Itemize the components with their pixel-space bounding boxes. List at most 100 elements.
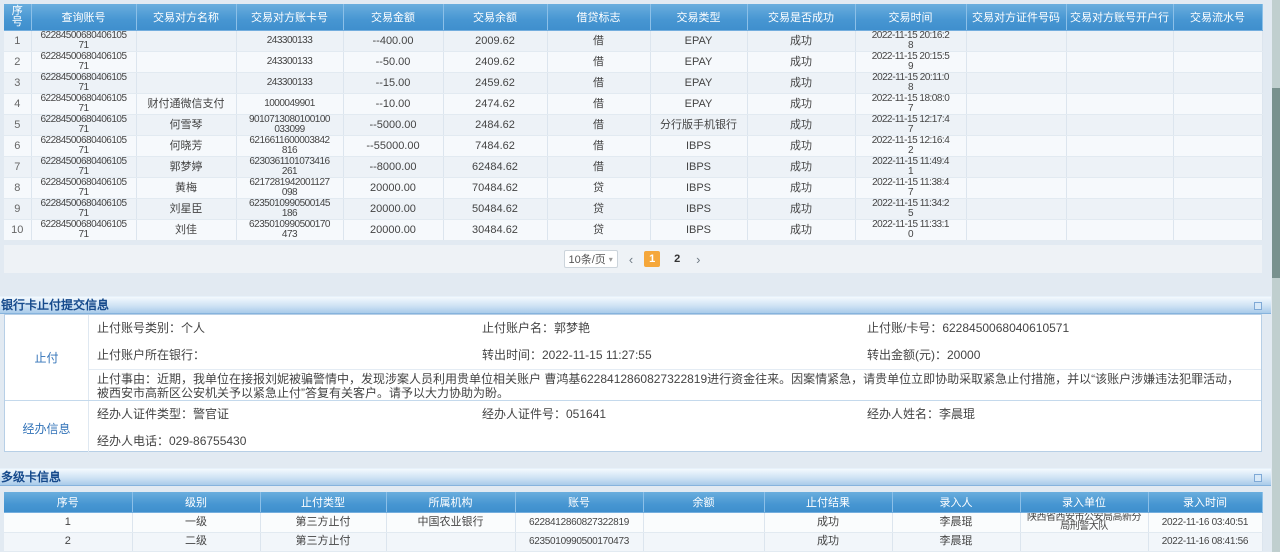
cell-counterparty-card: 243300133 <box>236 72 343 93</box>
stop-payment-section-header[interactable]: 银行卡止付提交信息 <box>0 296 1271 314</box>
cell-amount: --15.00 <box>343 72 443 93</box>
cell-query-account: 62284500680406105 71 <box>31 114 136 135</box>
transaction-row[interactable]: 9 62284500680406105 71 刘星臣 6235010990500… <box>4 198 1262 219</box>
cell-amount: --400.00 <box>343 30 443 51</box>
cell-balance: 30484.62 <box>443 219 547 240</box>
multi-card-section-header[interactable]: 多级卡信息 <box>0 468 1271 486</box>
transaction-row[interactable]: 10 62284500680406105 71 刘佳 6235010990500… <box>4 219 1262 240</box>
transactions-table: 序号 查询账号 交易对方名称 交易对方账卡号 交易金额 交易余额 借贷标志 交易… <box>4 4 1263 241</box>
collapse-icon[interactable] <box>1254 302 1262 310</box>
cell-debit-credit-flag: 借 <box>547 135 650 156</box>
transactions-header-row: 序号 查询账号 交易对方名称 交易对方账卡号 交易金额 交易余额 借贷标志 交易… <box>4 4 1262 30</box>
col-header-counterparty-card[interactable]: 交易对方账卡号 <box>236 4 343 30</box>
transaction-row[interactable]: 8 62284500680406105 71 黄梅 62172819420011… <box>4 177 1262 198</box>
transaction-row[interactable]: 4 62284500680406105 71 财付通微信支付 100004990… <box>4 93 1262 114</box>
col-header-query-account[interactable]: 查询账号 <box>31 4 136 30</box>
page-button-2[interactable]: 2 <box>669 251 685 267</box>
cell-counterparty-id <box>966 198 1066 219</box>
handler-name: 经办人姓名：李晨琨 <box>867 401 1261 428</box>
col-header-time[interactable]: 交易时间 <box>855 4 966 30</box>
cell-serial-number <box>1173 51 1262 72</box>
mc-col-header-unit[interactable]: 录入单位 <box>1020 492 1148 512</box>
mc-col-header-seq[interactable]: 序号 <box>4 492 132 512</box>
cell-seq: 6 <box>4 135 31 156</box>
cell-seq: 5 <box>4 114 31 135</box>
cell-balance: 70484.62 <box>443 177 547 198</box>
scrollbar-thumb[interactable] <box>1272 88 1280 278</box>
mc-col-header-org[interactable]: 所属机构 <box>386 492 515 512</box>
cell-success: 成功 <box>747 51 855 72</box>
cell-time: 2022-11-15 11:34:2 5 <box>855 198 966 219</box>
collapse-icon[interactable] <box>1254 474 1262 482</box>
mc-col-header-operator[interactable]: 录入人 <box>892 492 1020 512</box>
col-header-counterparty-name[interactable]: 交易对方名称 <box>136 4 236 30</box>
cell-counterparty-name: 刘佳 <box>136 219 236 240</box>
cell-time: 2022-11-15 20:11:0 8 <box>855 72 966 93</box>
col-header-amount[interactable]: 交易金额 <box>343 4 443 30</box>
next-page-button[interactable]: › <box>694 252 702 267</box>
cell-counterparty-card: 6216611600003842 816 <box>236 135 343 156</box>
transaction-row[interactable]: 3 62284500680406105 71 243300133 --15.00… <box>4 72 1262 93</box>
cell-time: 2022-11-15 11:38:4 7 <box>855 177 966 198</box>
transaction-row[interactable]: 7 62284500680406105 71 郭梦婷 6230361101073… <box>4 156 1262 177</box>
col-header-balance[interactable]: 交易余额 <box>443 4 547 30</box>
cell-time: 2022-11-15 20:16:2 8 <box>855 30 966 51</box>
cell-debit-credit-flag: 贷 <box>547 219 650 240</box>
col-header-counterparty-id[interactable]: 交易对方证件号码 <box>966 4 1066 30</box>
mc-col-header-balance[interactable]: 余额 <box>643 492 764 512</box>
multi-card-row[interactable]: 1 一级 第三方止付 中国农业银行 6228412860827322819 成功… <box>4 512 1262 532</box>
mc-col-header-stop-type[interactable]: 止付类型 <box>260 492 386 512</box>
mc-col-header-result[interactable]: 止付结果 <box>764 492 892 512</box>
cell-serial-number <box>1173 177 1262 198</box>
transaction-row[interactable]: 2 62284500680406105 71 243300133 --50.00… <box>4 51 1262 72</box>
mc-col-header-level[interactable]: 级别 <box>132 492 260 512</box>
cell-time: 2022-11-15 12:17:4 7 <box>855 114 966 135</box>
cell-debit-credit-flag: 借 <box>547 93 650 114</box>
cell-balance: 50484.62 <box>443 198 547 219</box>
stop-reason-text: 止付事由：近期，我单位在接报刘妮被骗警情中，发现涉案人员利用贵单位相关账户 曹鸿… <box>89 369 1261 400</box>
cell-counterparty-id <box>966 93 1066 114</box>
mc-cell-seq: 1 <box>4 512 132 532</box>
col-header-debit-credit-flag[interactable]: 借贷标志 <box>547 4 650 30</box>
mc-col-header-account[interactable]: 账号 <box>515 492 643 512</box>
page-size-select[interactable]: 10条/页 ▾ <box>564 250 618 268</box>
col-header-counterparty-bank[interactable]: 交易对方账号开户行 <box>1066 4 1173 30</box>
cell-counterparty-name <box>136 30 236 51</box>
cell-seq: 1 <box>4 30 31 51</box>
cell-transaction-type: IBPS <box>650 135 747 156</box>
page-root: 序号 查询账号 交易对方名称 交易对方账卡号 交易金额 交易余额 借贷标志 交易… <box>0 0 1280 552</box>
cell-success: 成功 <box>747 177 855 198</box>
pagination: 10条/页 ▾ ‹ 1 2 › <box>4 245 1262 273</box>
cell-balance: 7484.62 <box>443 135 547 156</box>
prev-page-button[interactable]: ‹ <box>627 252 635 267</box>
cell-counterparty-bank <box>1066 135 1173 156</box>
chevron-down-icon: ▾ <box>609 255 613 264</box>
col-header-success[interactable]: 交易是否成功 <box>747 4 855 30</box>
transaction-row[interactable]: 1 62284500680406105 71 243300133 --400.0… <box>4 30 1262 51</box>
cell-counterparty-bank <box>1066 219 1173 240</box>
multi-card-row[interactable]: 2 二级 第三方止付 6235010990500170473 成功 李晨琨 20… <box>4 532 1262 551</box>
transaction-row[interactable]: 6 62284500680406105 71 何晓芳 6216611600003… <box>4 135 1262 156</box>
cell-seq: 7 <box>4 156 31 177</box>
transaction-row[interactable]: 5 62284500680406105 71 何雪琴 9010713080100… <box>4 114 1262 135</box>
page-button-1[interactable]: 1 <box>644 251 660 267</box>
mc-cell-seq: 2 <box>4 532 132 551</box>
cell-success: 成功 <box>747 198 855 219</box>
cell-time: 2022-11-15 20:15:5 9 <box>855 51 966 72</box>
cell-query-account: 62284500680406105 71 <box>31 72 136 93</box>
cell-time: 2022-11-15 11:33:1 0 <box>855 219 966 240</box>
cell-query-account: 62284500680406105 71 <box>31 51 136 72</box>
col-header-serial-number[interactable]: 交易流水号 <box>1173 4 1262 30</box>
cell-counterparty-bank <box>1066 93 1173 114</box>
cell-transaction-type: 分行版手机银行 <box>650 114 747 135</box>
cell-query-account: 62284500680406105 71 <box>31 198 136 219</box>
cell-amount: --10.00 <box>343 93 443 114</box>
col-header-transaction-type[interactable]: 交易类型 <box>650 4 747 30</box>
mc-col-header-time[interactable]: 录入时间 <box>1148 492 1262 512</box>
col-header-seq[interactable]: 序号 <box>4 4 31 30</box>
mc-cell-balance <box>643 512 764 532</box>
cell-seq: 8 <box>4 177 31 198</box>
vertical-scrollbar[interactable] <box>1272 0 1280 552</box>
transactions-table-container: 序号 查询账号 交易对方名称 交易对方账卡号 交易金额 交易余额 借贷标志 交易… <box>4 4 1262 241</box>
cell-success: 成功 <box>747 156 855 177</box>
